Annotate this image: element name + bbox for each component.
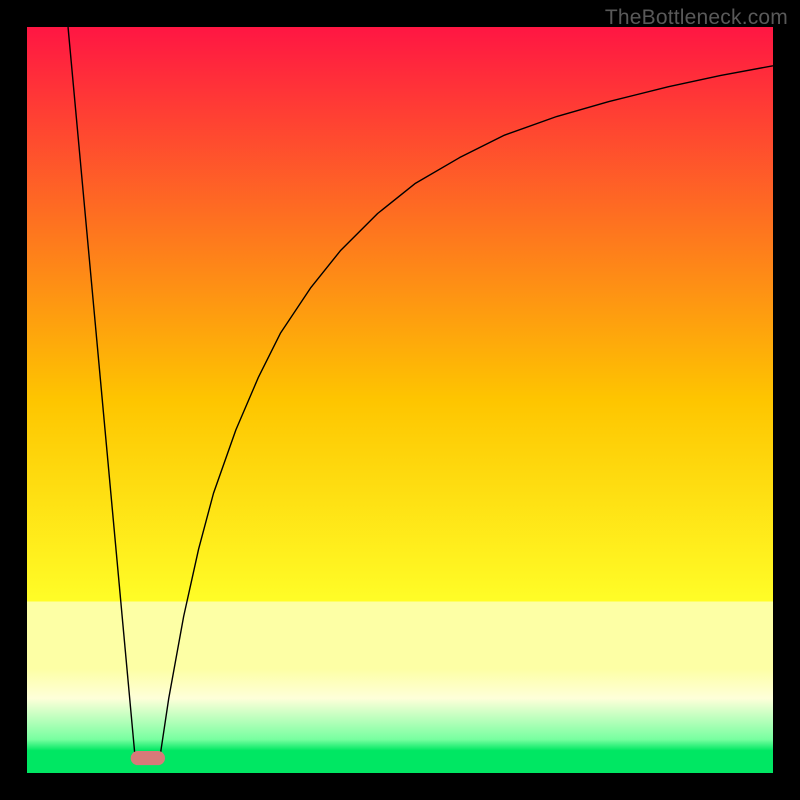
plot-background [27,27,773,773]
bottleneck-chart [27,27,773,773]
bottom-pill [131,751,165,765]
chart-frame: TheBottleneck.com [0,0,800,800]
marker-layer [131,751,165,765]
watermark-text: TheBottleneck.com [605,6,788,30]
